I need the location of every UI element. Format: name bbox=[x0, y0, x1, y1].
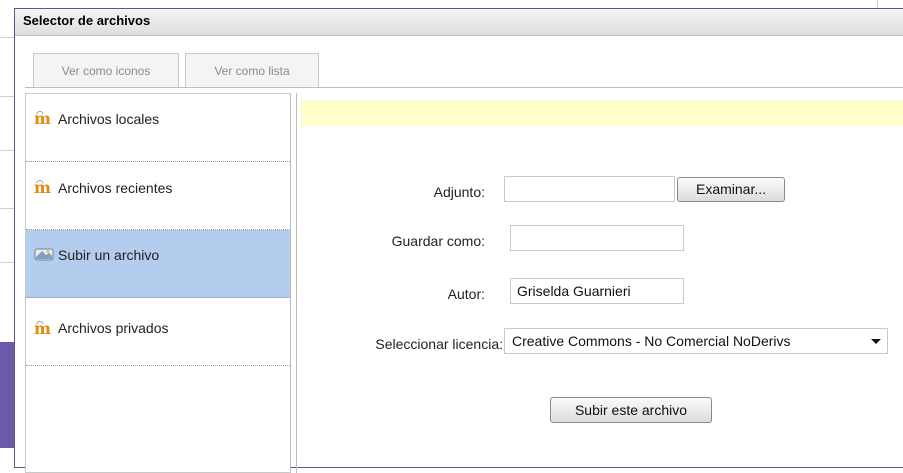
save-as-label: Guardar como: bbox=[391, 233, 485, 249]
attachment-label: Adjunto: bbox=[433, 184, 485, 200]
notice-bar bbox=[301, 100, 903, 126]
file-picker-dialog: Selector de archivos Ver como iconos Ver… bbox=[14, 8, 903, 473]
sidebar-item-archivos-recientes[interactable]: ◠ m Archivos recientes bbox=[26, 162, 290, 230]
attachment-file-field[interactable] bbox=[504, 176, 675, 202]
upload-panel: Adjunto: Examinar... Guardar como: Autor… bbox=[296, 93, 903, 473]
license-select-value: Creative Commons - No Comercial NoDerivs bbox=[512, 333, 791, 349]
browse-button[interactable]: Examinar... bbox=[677, 177, 785, 202]
chevron-down-icon bbox=[871, 339, 881, 344]
moodle-icon: ◠ m bbox=[34, 178, 51, 197]
license-label: Seleccionar licencia: bbox=[375, 336, 503, 352]
sidebar-item-archivos-privados[interactable]: ◠ m Archivos privados bbox=[26, 298, 290, 366]
upload-file-button[interactable]: Subir este archivo bbox=[550, 397, 712, 423]
sidebar-item-label: Archivos privados bbox=[58, 320, 169, 336]
save-as-field[interactable] bbox=[510, 225, 684, 251]
sidebar-item-label: Archivos recientes bbox=[58, 180, 173, 196]
sidebar-item-label: Archivos locales bbox=[58, 111, 160, 127]
upload-icon bbox=[34, 245, 56, 263]
license-select[interactable]: Creative Commons - No Comercial NoDerivs bbox=[504, 328, 888, 354]
view-as-icons-tab[interactable]: Ver como iconos bbox=[33, 53, 179, 87]
moodle-icon: ◠ m bbox=[34, 319, 51, 338]
moodle-icon: ◠ m bbox=[34, 109, 51, 128]
author-field[interactable] bbox=[510, 278, 684, 304]
view-as-list-tab[interactable]: Ver como lista bbox=[185, 53, 319, 87]
dialog-title: Selector de archivos bbox=[23, 13, 151, 28]
repository-sidebar: ◠ m Archivos locales ◠ m Archivos reciente… bbox=[25, 93, 291, 473]
sidebar-item-label: Subir un archivo bbox=[58, 247, 160, 263]
author-label: Autor: bbox=[447, 286, 485, 302]
dialog-titlebar[interactable]: Selector de archivos bbox=[15, 9, 903, 36]
sidebar-item-subir-un-archivo[interactable]: Subir un archivo bbox=[26, 230, 290, 298]
sidebar-item-archivos-locales[interactable]: ◠ m Archivos locales bbox=[26, 94, 290, 162]
view-toolbar: Ver como iconos Ver como lista bbox=[25, 53, 903, 88]
